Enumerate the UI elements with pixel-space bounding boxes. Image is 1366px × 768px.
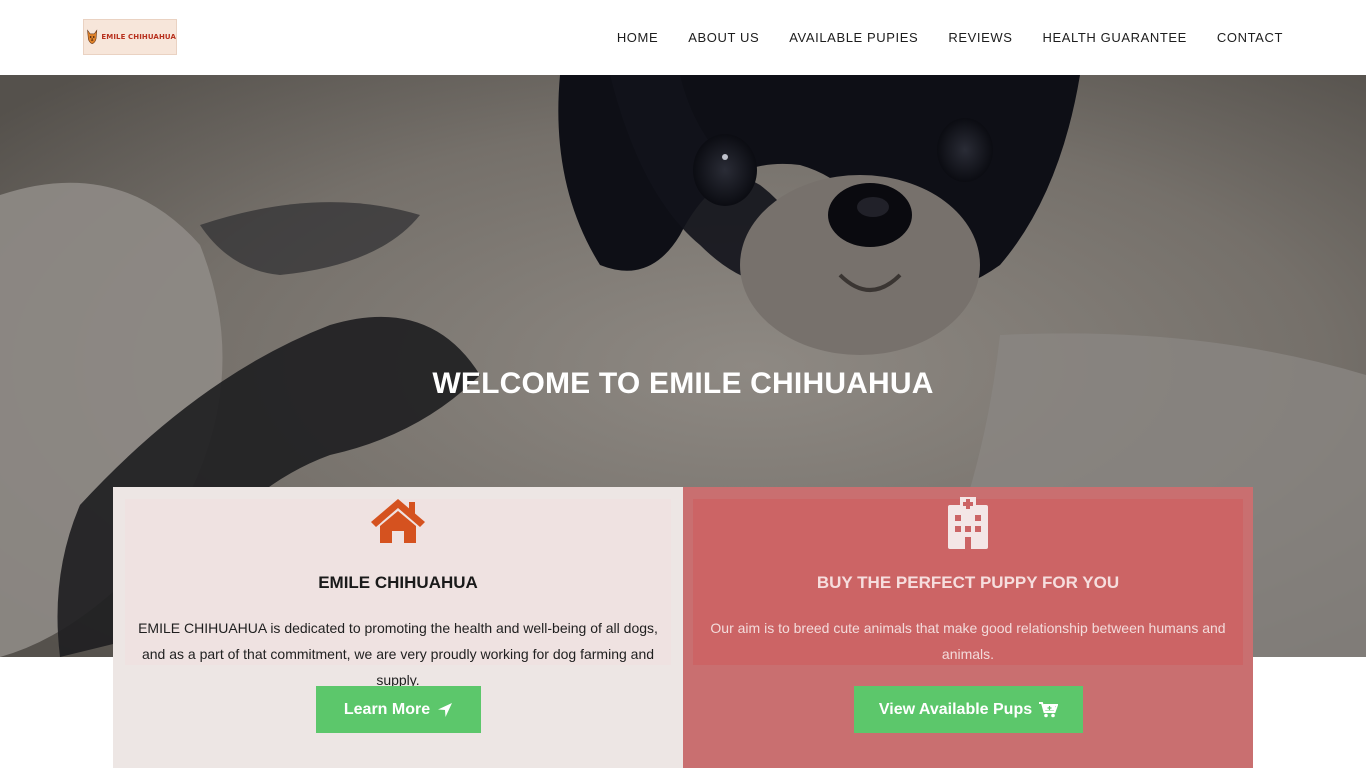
site-logo[interactable]: EMILE CHIHUAHUA xyxy=(83,19,177,55)
site-header: EMILE CHIHUAHUA HOME ABOUT US AVAILABLE … xyxy=(0,0,1366,75)
hero-title: WELCOME TO EMILE CHIHUAHUA xyxy=(432,367,934,401)
feature-icon-wrap xyxy=(113,497,683,549)
logo-text: EMILE CHIHUAHUA xyxy=(101,33,176,41)
view-pups-label: View Available Pups xyxy=(878,700,1033,718)
nav-item-home[interactable]: HOME xyxy=(617,30,658,45)
feature-title: BUY THE PERFECT PUPPY FOR YOU xyxy=(816,573,1120,592)
nav-item-available-pupies[interactable]: AVAILABLE PUPIES xyxy=(789,30,918,45)
feature-box-about: EMILE CHIHUAHUA EMILE CHIHUAHUA is dedic… xyxy=(113,487,683,768)
learn-more-label: Learn More xyxy=(343,700,431,718)
nav-item-health-guarantee[interactable]: HEALTH GUARANTEE xyxy=(1042,30,1186,45)
cart-icon xyxy=(1039,701,1059,717)
nav-item-contact[interactable]: CONTACT xyxy=(1217,30,1283,45)
feature-text: EMILE CHIHUAHUA is dedicated to promotin… xyxy=(138,620,658,688)
learn-more-button[interactable]: Learn More xyxy=(316,686,481,733)
view-available-pups-button[interactable]: View Available Pups xyxy=(854,686,1083,733)
nav-item-about-us[interactable]: ABOUT US xyxy=(688,30,759,45)
feature-icon-wrap xyxy=(683,497,1253,549)
chihuahua-head-icon xyxy=(87,29,98,44)
feature-title: EMILE CHIHUAHUA xyxy=(318,573,478,592)
location-arrow-icon xyxy=(438,702,453,717)
home-icon xyxy=(371,499,425,543)
nav-item-reviews[interactable]: REVIEWS xyxy=(948,30,1012,45)
feature-box-buy: BUY THE PERFECT PUPPY FOR YOU Our aim is… xyxy=(683,487,1253,768)
feature-text: Our aim is to breed cute animals that ma… xyxy=(710,620,1226,662)
hospital-icon xyxy=(948,497,988,549)
main-nav: HOME ABOUT US AVAILABLE PUPIES REVIEWS H… xyxy=(617,0,1283,75)
